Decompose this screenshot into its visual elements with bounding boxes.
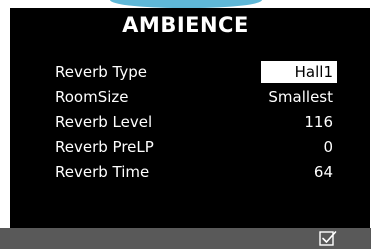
param-row-reverb-prelp[interactable]: Reverb PreLP 0: [0, 135, 371, 160]
param-label: Reverb Level: [55, 113, 153, 131]
param-label: Reverb Type: [55, 63, 147, 81]
param-label: RoomSize: [55, 88, 129, 106]
param-row-room-size[interactable]: RoomSize Smallest: [0, 85, 371, 110]
param-label: Reverb PreLP: [55, 138, 154, 156]
parameter-list: Reverb Type Hall1 RoomSize Smallest Reve…: [0, 60, 371, 185]
page-title: AMBIENCE: [122, 13, 249, 37]
param-value[interactable]: 0: [323, 135, 333, 159]
checkbox-check-icon[interactable]: [319, 230, 337, 247]
ambience-screen: AMBIENCE Reverb Type Hall1 RoomSize Smal…: [0, 0, 371, 249]
param-row-reverb-type[interactable]: Reverb Type Hall1: [0, 60, 371, 85]
param-row-reverb-time[interactable]: Reverb Time 64: [0, 160, 371, 185]
header-tab-accent: [110, 0, 262, 8]
param-value-selected[interactable]: Hall1: [261, 61, 337, 83]
footer-bar: [0, 228, 371, 249]
param-value[interactable]: 116: [304, 110, 333, 134]
param-row-reverb-level[interactable]: Reverb Level 116: [0, 110, 371, 135]
param-label: Reverb Time: [55, 163, 150, 181]
param-value[interactable]: Smallest: [268, 85, 333, 109]
param-value[interactable]: 64: [314, 160, 333, 184]
